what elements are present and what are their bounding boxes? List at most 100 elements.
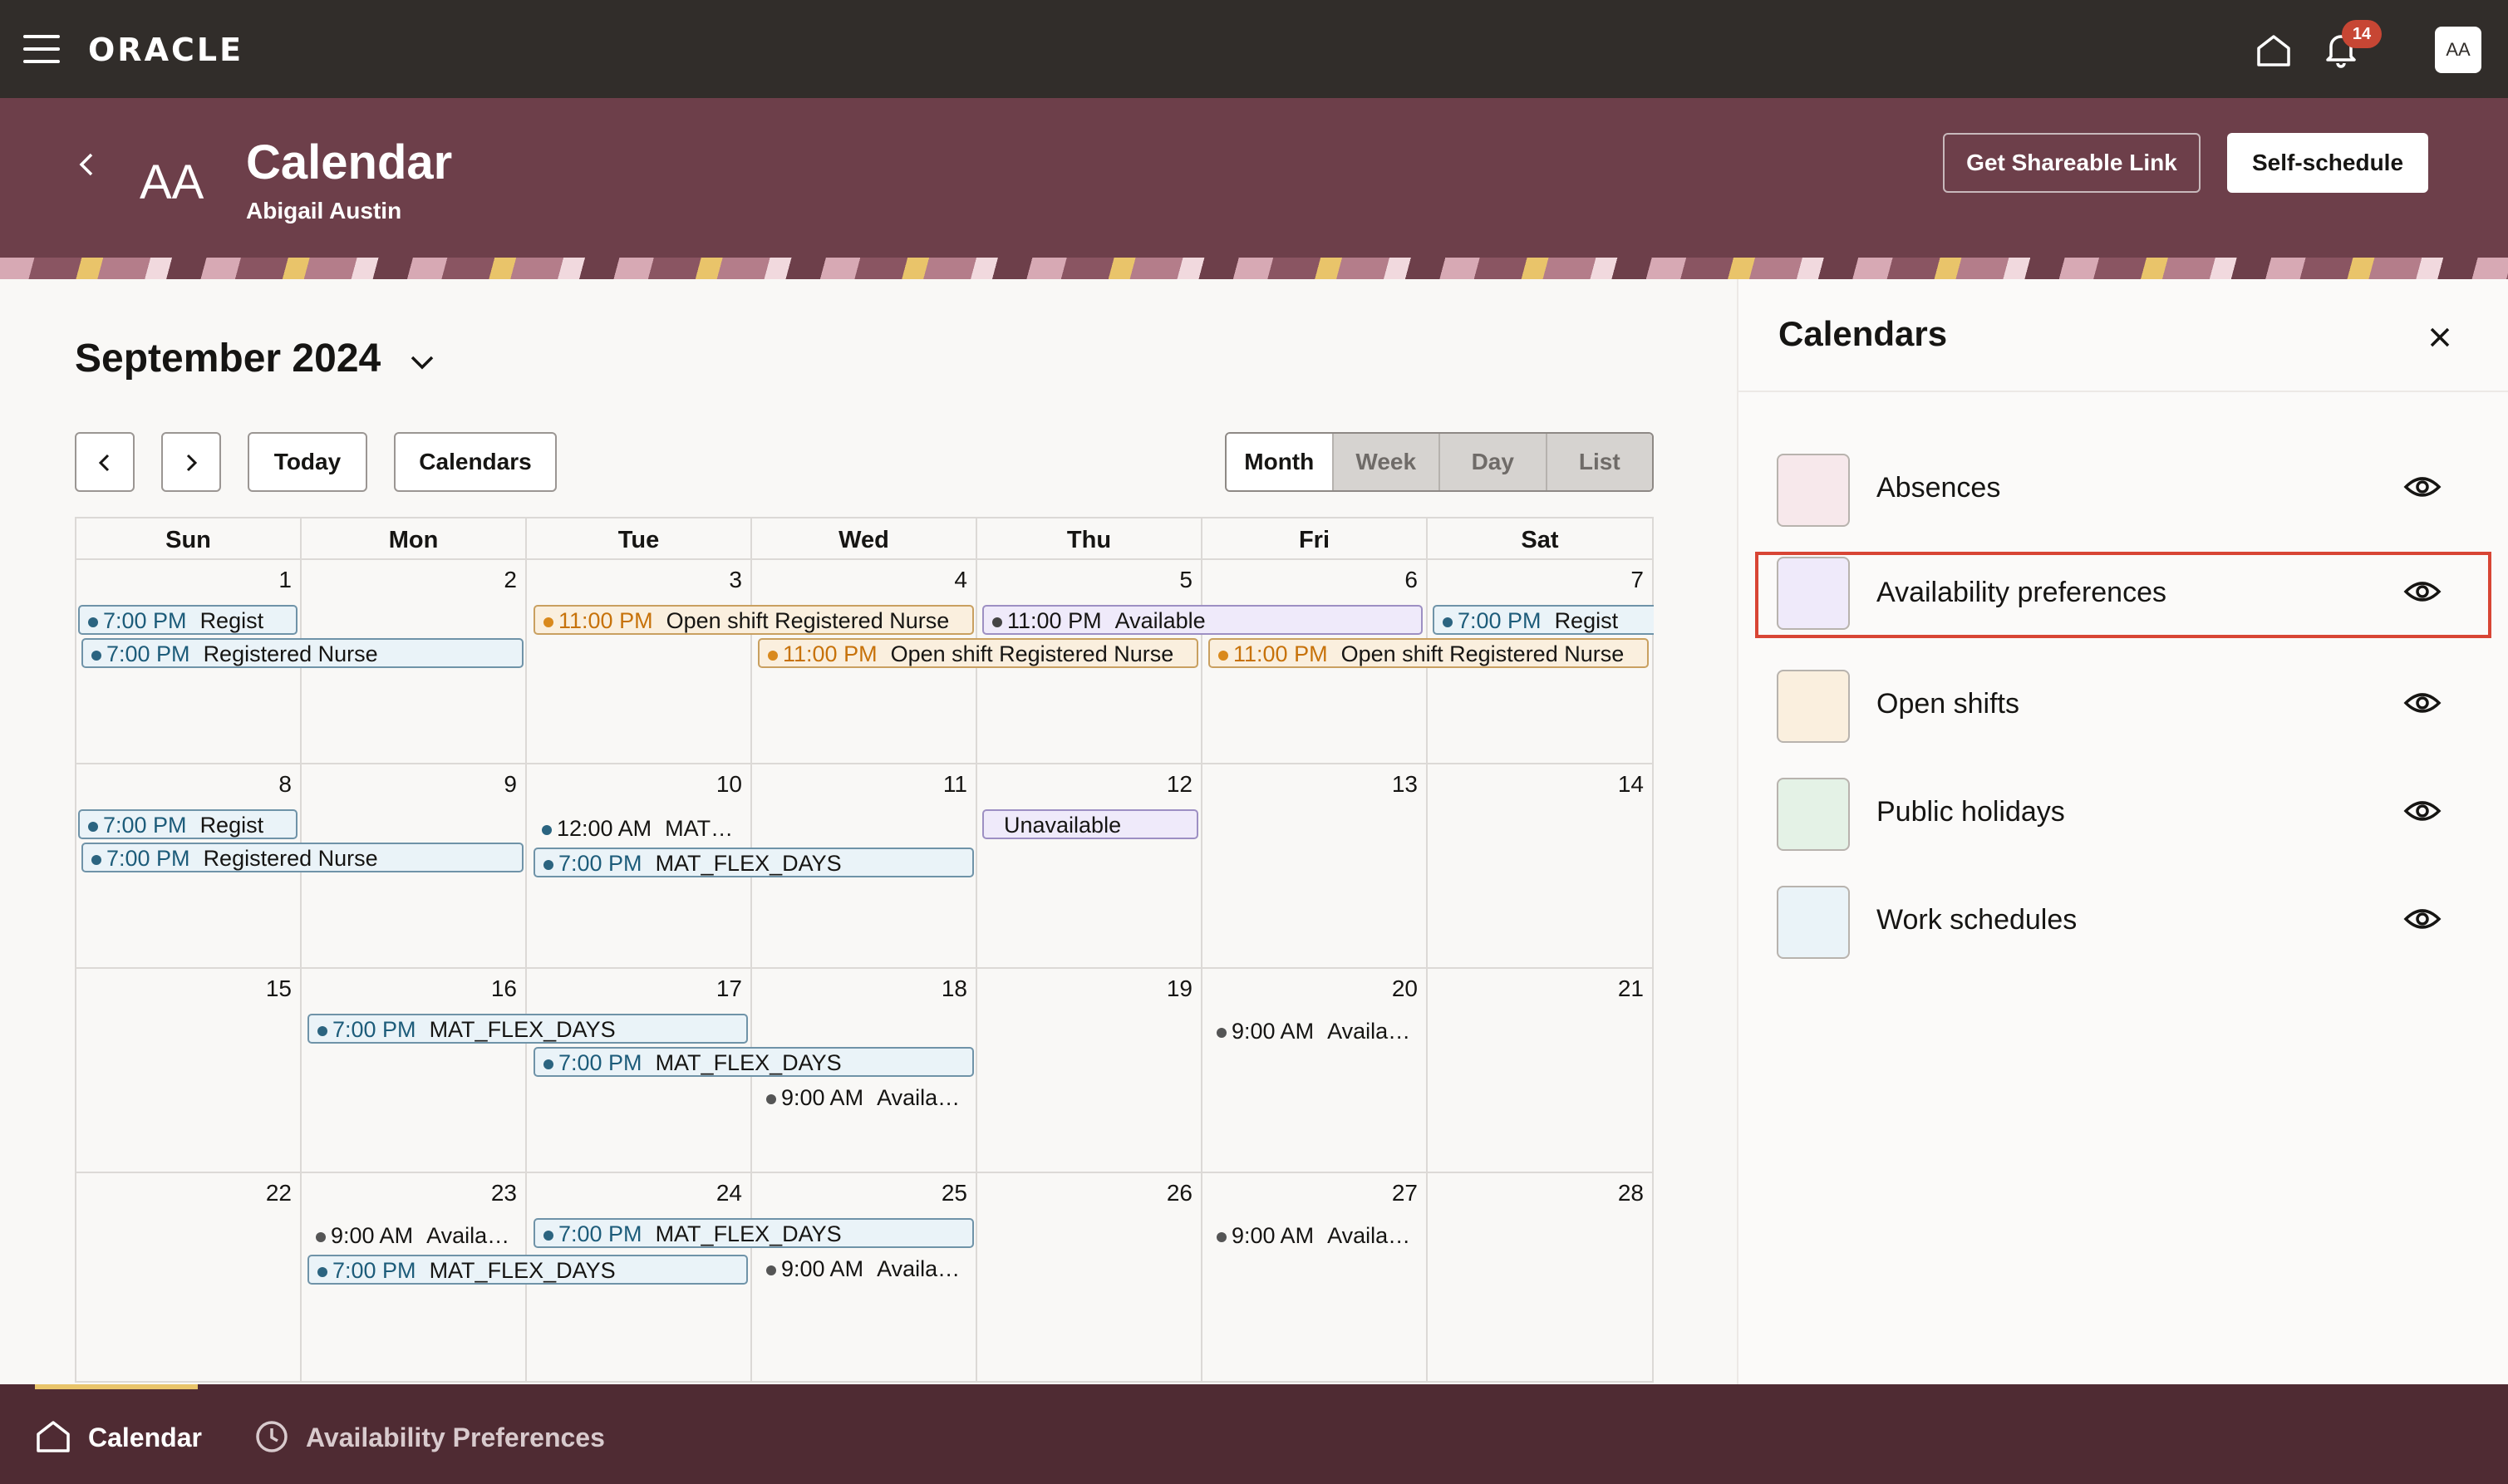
calendar-event[interactable]: Unavailable [982,809,1198,839]
event-time: 9:00 AM [1232,1019,1315,1044]
bottom-navigation: Calendar Availability Preferences [0,1384,2508,1484]
weekday-header-tue: Tue [527,518,752,560]
next-month-button[interactable] [161,432,221,492]
active-tab-indicator [35,1384,198,1389]
view-week-tab[interactable]: Week [1331,434,1438,490]
calendar-item-absences[interactable]: Absences [1755,444,2491,530]
calendar-event[interactable]: 7:00 PM MAT_FLEX_DAYS [307,1014,748,1044]
calendar-event[interactable]: 7:00 PM MAT_FLEX_DAYS [534,1047,974,1077]
day-cell[interactable]: 16 [302,969,527,1173]
day-cell[interactable]: 21 [1428,969,1654,1173]
event-title: MAT_FLEX_DAYS [655,1050,842,1075]
calendar-event[interactable]: 9:00 AM Availa… [1207,1015,1424,1045]
event-title: Registered Nurse [203,846,378,871]
today-button[interactable]: Today [248,432,367,492]
event-dot [543,1231,553,1241]
self-schedule-button[interactable]: Self-schedule [2227,133,2428,193]
calendar-event[interactable]: 7:00 PM MAT_FLEX_DAYS [534,848,974,877]
event-title: Regist [199,608,264,633]
back-chevron-icon[interactable] [71,145,101,184]
bottom-tab-availability-preferences[interactable]: Availability Preferences [306,1423,605,1453]
day-number: 27 [1391,1180,1418,1206]
calendar-item-label: Absences [1876,472,2001,504]
home-icon[interactable] [35,1419,71,1454]
calendar-item-public-holidays[interactable]: Public holidays [1755,768,2491,854]
view-switcher: Month Week Day List [1225,432,1654,492]
event-title: Open shift Registered Nurse [1340,641,1625,666]
calendar-event[interactable]: 7:00 PM Regist [78,605,298,635]
day-cell[interactable]: 13 [1202,764,1428,969]
page-header: AA Calendar Abigail Austin Get Shareable… [0,98,2508,279]
day-cell[interactable]: 26 [977,1173,1202,1383]
event-dot [88,617,98,627]
event-time: 9:00 AM [781,1085,864,1110]
calendar-item-work-schedules[interactable]: Work schedules [1755,876,2491,962]
previous-month-button[interactable] [75,432,135,492]
header-decorative-pattern [0,258,2508,279]
day-cell[interactable]: 14 [1428,764,1654,969]
chevron-right-icon [186,454,198,472]
event-dot [1443,617,1453,627]
event-title: MAT_FLEX_DAYS [429,1017,616,1042]
user-avatar[interactable]: AA [2435,27,2481,73]
day-number: 3 [729,567,742,592]
day-cell[interactable]: 15 [76,969,302,1173]
home-icon[interactable] [2254,30,2294,70]
day-cell[interactable]: 28 [1428,1173,1654,1383]
calendar-event[interactable]: 11:00 PM Open shift Registered Nurse [1208,638,1649,668]
event-time: 11:00 PM [558,608,653,633]
day-number: 16 [490,975,517,1001]
weekday-header-mon: Mon [302,518,527,560]
calendar-event[interactable]: 11:00 PM Available [982,605,1423,635]
oracle-logo[interactable]: ORACLE [88,32,243,68]
day-cell[interactable]: 19 [977,969,1202,1173]
day-cell[interactable]: 27 [1202,1173,1428,1383]
event-dot [1217,1028,1227,1038]
day-cell[interactable]: 22 [76,1173,302,1383]
chevron-down-icon[interactable] [406,349,439,376]
clock-icon[interactable] [254,1419,289,1454]
event-title: Availa… [877,1256,961,1281]
calendar-event[interactable]: 11:00 PM Open shift Registered Nurse [534,605,974,635]
menu-icon[interactable] [23,35,60,63]
color-swatch [1777,778,1850,851]
calendar-event[interactable]: 11:00 PM Open shift Registered Nurse [758,638,1198,668]
day-number: 7 [1630,567,1644,592]
day-number: 23 [490,1180,517,1206]
get-shareable-link-button[interactable]: Get Shareable Link [1943,133,2201,193]
view-month-tab[interactable]: Month [1227,434,1332,490]
event-dot [992,617,1002,627]
eye-icon[interactable] [2403,796,2442,826]
close-icon[interactable] [2423,321,2456,354]
calendar-event[interactable]: 7:00 PM Registered Nurse [81,843,524,872]
day-cell[interactable]: 12 [977,764,1202,969]
month-selector-label[interactable]: September 2024 [75,336,381,381]
view-list-tab[interactable]: List [1545,434,1652,490]
calendar-event[interactable]: 7:00 PM MAT_FLEX_DAYS [307,1255,748,1285]
calendar-item-availability-preferences[interactable]: Availability preferences [1755,552,2491,638]
eye-icon[interactable] [2403,904,2442,934]
calendar-event[interactable]: 9:00 AM Availa… [1207,1220,1424,1250]
event-title: Unavailable [1004,813,1122,838]
calendar-event[interactable]: 7:00 PM Regist [1433,605,1654,635]
calendar-item-open-shifts[interactable]: Open shifts [1755,660,2491,746]
event-time: 7:00 PM [106,846,190,871]
calendar-event[interactable]: 9:00 AM Availa… [756,1082,974,1112]
view-day-tab[interactable]: Day [1438,434,1546,490]
eye-icon[interactable] [2403,472,2442,502]
calendar-event[interactable]: 7:00 PM Regist [78,809,298,839]
event-title: MAT_FLEX_DAYS [655,1221,842,1246]
calendar-event[interactable]: 7:00 PM MAT_FLEX_DAYS [534,1218,974,1248]
day-cell[interactable]: 3 [527,560,752,764]
bottom-tab-calendar[interactable]: Calendar [88,1423,202,1453]
calendar-event[interactable]: 9:00 AM Availa… [756,1253,974,1283]
event-title: Availa… [1327,1019,1411,1044]
eye-icon[interactable] [2403,688,2442,718]
calendar-event[interactable]: 12:00 AM MAT… [532,813,748,843]
day-cell[interactable]: 20 [1202,969,1428,1173]
event-dot [766,1265,776,1275]
calendar-event[interactable]: 7:00 PM Registered Nurse [81,638,524,668]
calendar-event[interactable]: 9:00 AM Availa… [306,1220,524,1250]
eye-icon[interactable] [2403,577,2442,607]
calendars-button[interactable]: Calendars [394,432,557,492]
